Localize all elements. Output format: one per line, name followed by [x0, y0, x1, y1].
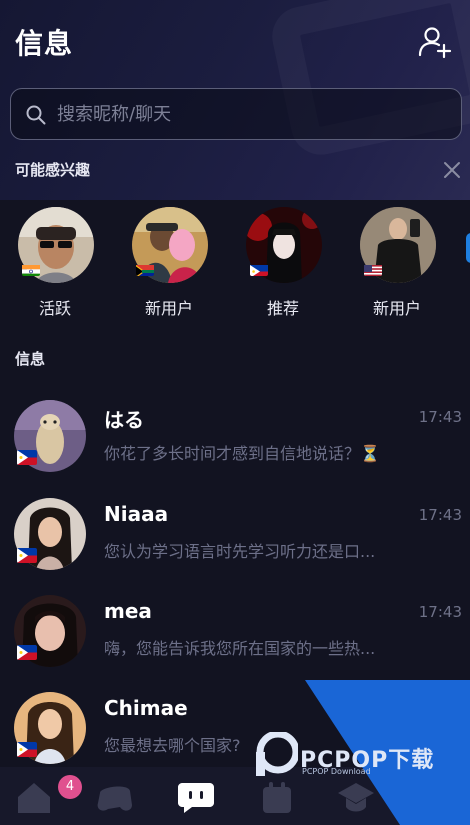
usa-flag-icon [364, 263, 382, 276]
tab-calendar[interactable] [257, 779, 297, 815]
tab-home[interactable]: 4 [14, 775, 82, 815]
messages-section-title: 信息 [15, 350, 46, 368]
india-flag-icon [22, 263, 40, 276]
watermark-logo-icon [256, 732, 298, 776]
calendar-icon [263, 782, 291, 813]
watermark-subtext: PCPOP Download [302, 767, 371, 776]
search-input[interactable] [57, 98, 447, 130]
chat-preview: 您认为学习语言时先学习听力还是口... [104, 542, 376, 561]
chat-preview: 嗨，您能告诉我您所在国家的一些热... [104, 639, 376, 658]
add-user-icon[interactable] [417, 24, 453, 60]
chat-time: 17:43 [418, 603, 462, 621]
recommend-item[interactable]: 活跃 [10, 205, 100, 320]
notification-badge: 4 [58, 775, 82, 799]
chat-row[interactable]: Niaaa 17:43 您认为学习语言时先学习听力还是口... [0, 498, 470, 595]
south-africa-flag-icon [136, 263, 154, 276]
recommend-item[interactable]: 推荐 [238, 205, 328, 320]
app-header: 信息 [0, 0, 470, 84]
page-title: 信息 [15, 27, 74, 60]
chat-row[interactable]: mea 17:43 嗨，您能告诉我您所在国家的一些热... [0, 595, 470, 692]
tab-games[interactable] [94, 779, 134, 815]
chat-time: 17:43 [418, 506, 462, 524]
chat-name: Chimae [104, 696, 188, 720]
chat-name: mea [104, 599, 152, 623]
search-box[interactable] [10, 88, 462, 140]
philippines-flag-icon [250, 263, 268, 276]
chat-row[interactable]: はる 17:43 你花了多长时间才感到自信地说话？⏳ [0, 400, 470, 497]
close-icon[interactable] [442, 160, 462, 180]
philippines-flag-icon [17, 742, 37, 757]
recommend-item-label: 新用户 [144, 299, 193, 318]
recommend-item-label: 活跃 [38, 299, 71, 318]
recommend-section-title: 可能感兴趣 [15, 161, 91, 179]
chat-name: はる [104, 408, 144, 432]
philippines-flag-icon [17, 645, 37, 660]
chat-preview: 你花了多长时间才感到自信地说话？⏳ [104, 444, 380, 463]
tab-chat[interactable] [176, 779, 216, 815]
recommend-list: 活跃 新用户 推荐 新用户 [0, 205, 470, 320]
recommend-item-label: 推荐 [266, 299, 299, 318]
recommend-item-label: 新用户 [372, 299, 421, 318]
chat-name: Niaaa [104, 502, 169, 526]
chat-time: 17:43 [418, 408, 462, 426]
philippines-flag-icon [17, 548, 37, 563]
recommend-item[interactable]: 新用户 [352, 205, 442, 320]
recommend-item[interactable]: 新用户 [124, 205, 214, 320]
game-controller-icon [97, 786, 132, 811]
home-icon [18, 783, 50, 813]
search-icon [25, 104, 47, 126]
chat-bubble-icon [178, 783, 214, 813]
recommend-item-partial [466, 233, 470, 263]
philippines-flag-icon [17, 450, 37, 465]
